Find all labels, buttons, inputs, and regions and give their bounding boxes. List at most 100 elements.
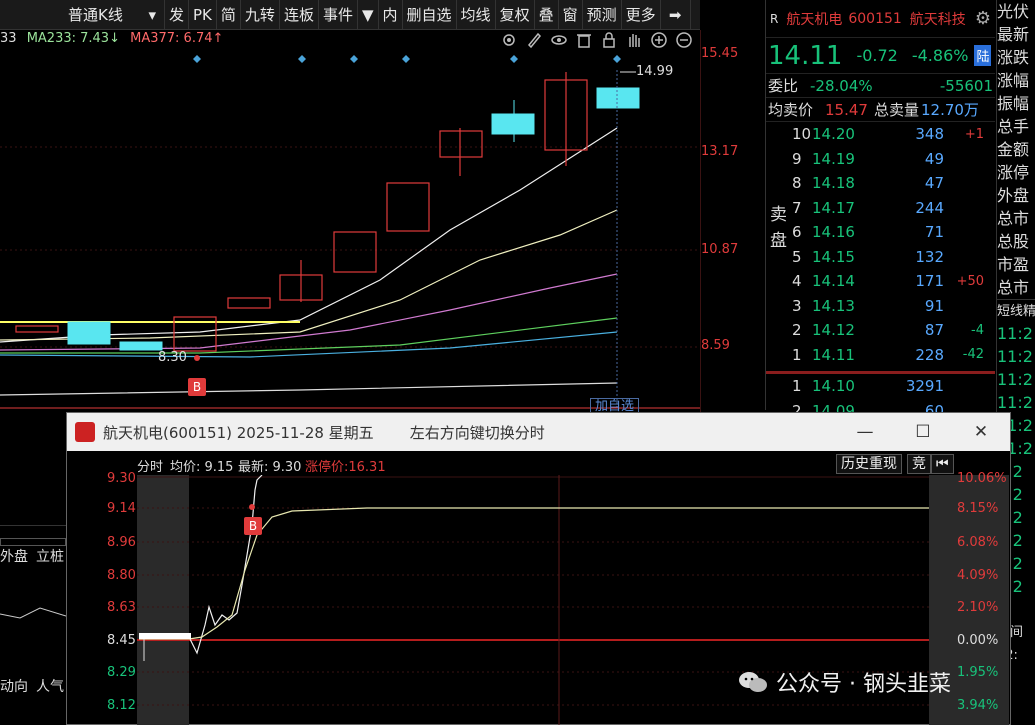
toolbar-item[interactable]: 叠 [535,0,559,30]
eye-icon[interactable] [550,31,568,49]
ask-row[interactable]: 8 14.18 47 [766,171,995,196]
chevron-down-icon: ▾ [148,5,156,24]
app-icon [75,422,95,442]
edge-time: 11:2 [997,370,1033,389]
trash-icon[interactable] [575,31,593,49]
event-marker[interactable] [350,55,358,63]
buy-marker[interactable]: B [188,378,206,396]
quote-header: R 航天机电 600151 航天科技 ⚙ [766,0,995,38]
edge-time: 11:2 [997,347,1033,366]
toolbar-item[interactable]: 事件 [319,0,358,30]
price-row: 14.11 -0.72 -4.86% 陆 [766,38,995,74]
toolbar-item[interactable]: ▼ [358,0,379,30]
candle-down [67,321,111,345]
event-marker[interactable] [510,55,518,63]
ask-volume: 49 [924,149,944,168]
edge-item: 涨停 [997,163,1030,182]
high-price-label: 14.99 [636,64,674,79]
toolbar-item[interactable]: PK [189,0,217,30]
gear-icon[interactable]: ⚙ [975,8,991,29]
intraday-price-tick: 8.80 [107,568,136,583]
total-sell-label: 总卖量 [873,101,919,119]
ask-row[interactable]: 2 14.12 87 -4 [766,318,995,343]
intraday-header: 分时 均价: 9.15 最新: 9.30 涨停价:16.31 历史重现 竞 ⏮ [67,453,1010,475]
jump-start-icon[interactable]: ⏮ [931,454,954,474]
intraday-pct-tick: 6.08% [957,535,999,550]
history-replay-button[interactable]: 历史重现 [836,454,902,474]
toolbar-item[interactable]: 窗 [559,0,583,30]
ma-line-white [0,127,618,343]
last-price: 14.11 [768,40,843,71]
toolbar-item[interactable]: 均线 [457,0,496,30]
intraday-buy-marker[interactable]: B [244,517,262,535]
candle [15,325,59,333]
tab-popularity[interactable]: 人气 [36,676,64,696]
ask-volume: 228 [915,345,944,364]
expand-right-icon[interactable]: ➡ [661,0,691,30]
bid-volume: 3291 [905,377,944,396]
tab-outer-disk[interactable]: 外盘 [0,546,28,566]
intraday-price-tick: 8.63 [107,600,136,615]
toolbar-item[interactable]: 删自选 [403,0,457,30]
ask-price: 14.16 [812,223,855,242]
candle [333,231,377,273]
maximize-button[interactable]: ☐ [894,422,952,442]
edge-section[interactable]: 短线精 [997,299,1035,322]
toolbar-item[interactable]: 预测 [583,0,622,30]
close-button[interactable]: ✕ [952,422,1010,442]
event-marker[interactable] [298,55,306,63]
weibi-row: 委比 -28.04% -55601 [766,74,995,98]
ask-row[interactable]: 9 14.19 49 [766,147,995,172]
minimize-button[interactable]: — [836,422,894,442]
hand-icon[interactable] [625,31,643,49]
kline-type-label: 普通K线 [68,5,123,24]
ask-row[interactable]: 3 14.13 91 [766,294,995,319]
event-marker[interactable] [613,55,621,63]
toolbar-item[interactable]: 九转 [241,0,280,30]
zoom-out-icon[interactable] [675,31,693,49]
ask-volume: 132 [915,247,944,266]
sector-name[interactable]: 航天科技 [910,9,966,29]
ask-row[interactable]: 7 14.17 244 [766,196,995,221]
intraday-pct-tick: 8.15% [957,501,999,516]
ask-row[interactable]: 6 14.16 71 [766,220,995,245]
popup-title: 航天机电(600151) 2025-11-28 星期五 [103,423,374,442]
ask-price: 14.17 [812,198,855,217]
bid-row[interactable]: 1 14.10 3291 [766,374,995,399]
settings-icon[interactable] [500,31,518,49]
ask-row[interactable]: 5 14.15 132 [766,245,995,270]
lower-left-panel: 外盘 立桩 动向 人气 [0,525,66,725]
toolbar-item[interactable]: 复权 [496,0,535,30]
ask-row[interactable]: 4 14.14 171 +50 [766,269,995,294]
toolbar-item[interactable]: 更多 [622,0,661,30]
toolbar-item[interactable]: 连板 [280,0,319,30]
event-marker[interactable] [402,55,410,63]
ask-level: 8 [792,174,802,193]
ask-change: -4 [971,322,984,338]
zoom-in-icon[interactable] [650,31,668,49]
price-tick: 10.87 [701,242,739,257]
ask-level: 3 [792,296,802,315]
event-marker[interactable] [193,55,201,63]
intraday-price-tick: 9.14 [107,501,136,516]
tab-lizhuang[interactable]: 立桩 [36,546,64,566]
stock-code: 600151 [848,10,902,27]
tab-direction[interactable]: 动向 [0,676,28,696]
edge-item: 光伏 [997,2,1030,21]
lock-icon[interactable] [600,31,618,49]
ask-row[interactable]: 1 14.11 228 -42 [766,343,995,368]
toolbar-item[interactable]: 简 [217,0,241,30]
edge-item: 总市 [997,209,1030,228]
toolbar-item[interactable]: 内 [379,0,403,30]
ma377-label: MA377: 6.74↑ [130,31,224,46]
bid-level: 1 [792,377,802,396]
intraday-pct-tick: 4.09% [957,568,999,583]
toolbar-item[interactable]: 发 [165,0,190,30]
edge-item: 总手 [997,117,1030,136]
kline-type-dropdown[interactable]: 普通K线 ▾ [0,0,165,30]
intraday-pct-tick: 10.06% [957,471,1007,486]
ask-row[interactable]: 10 14.20 348 +1 [766,122,995,147]
pen-icon[interactable] [525,31,543,49]
auction-button[interactable]: 竞 [907,454,931,474]
candle-down [491,113,535,135]
